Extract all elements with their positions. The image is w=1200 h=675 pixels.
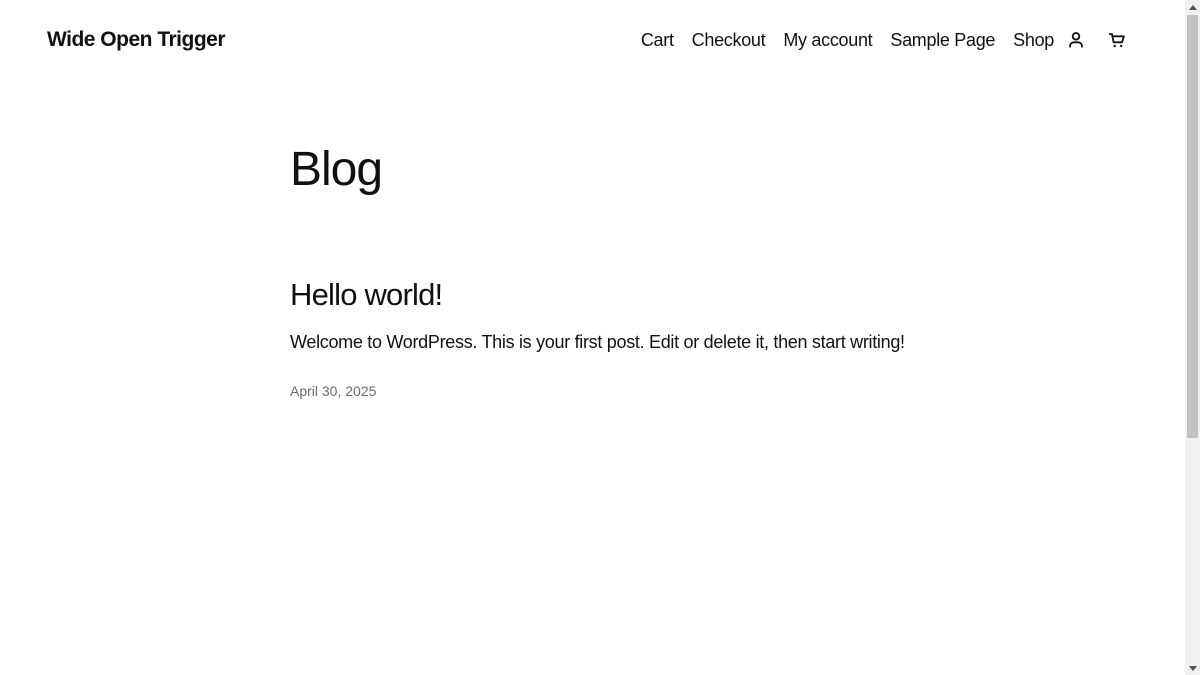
person-icon [1069, 32, 1083, 48]
post-excerpt: Welcome to WordPress. This is your first… [290, 332, 905, 352]
post-date[interactable]: April 30, 2025 [290, 382, 376, 400]
page: Wide Open Trigger Cart Checkout My accou… [0, 0, 1185, 675]
account-button[interactable] [1064, 28, 1088, 52]
nav-link-shop[interactable]: Shop [1013, 28, 1054, 52]
nav-link-checkout[interactable]: Checkout [692, 28, 766, 52]
scroll-down-arrow-icon[interactable] [1185, 661, 1200, 675]
site-title[interactable]: Wide Open Trigger [47, 27, 226, 53]
nav-link-sample-page[interactable]: Sample Page [890, 28, 995, 52]
page-title: Blog [290, 143, 383, 196]
scrollbar-thumb[interactable] [1187, 15, 1198, 438]
scroll-up-arrow-icon[interactable] [1185, 0, 1200, 14]
post-title-link[interactable]: Hello world! [290, 275, 443, 315]
cart-icon [1109, 33, 1125, 48]
nav-link-my-account[interactable]: My account [783, 28, 872, 52]
mini-cart-button[interactable] [1105, 28, 1129, 52]
main-navigation: Cart Checkout My account Sample Page Sho… [641, 28, 1129, 52]
vertical-scrollbar[interactable] [1185, 0, 1200, 675]
nav-link-cart[interactable]: Cart [641, 28, 674, 52]
